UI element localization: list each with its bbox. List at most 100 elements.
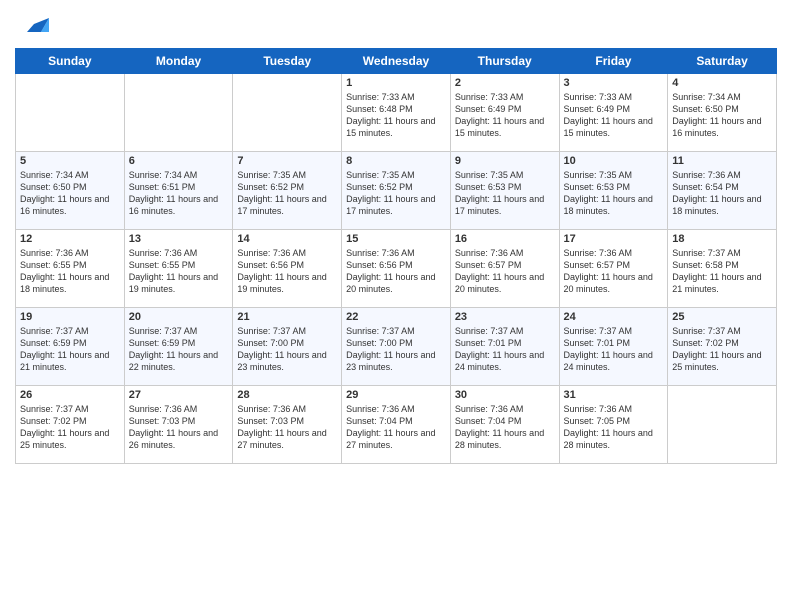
day-info: Sunrise: 7:37 AM Sunset: 7:00 PM Dayligh… — [237, 325, 337, 374]
day-info: Sunrise: 7:35 AM Sunset: 6:53 PM Dayligh… — [564, 169, 664, 218]
week-row-3: 19 Sunrise: 7:37 AM Sunset: 6:59 PM Dayli… — [16, 308, 777, 386]
day-info: Sunrise: 7:35 AM Sunset: 6:52 PM Dayligh… — [237, 169, 337, 218]
day-number: 11 — [672, 155, 772, 167]
day-number: 20 — [129, 311, 229, 323]
calendar-cell: 24 Sunrise: 7:37 AM Sunset: 7:01 PM Dayli… — [559, 308, 668, 386]
week-row-0: 1Sunrise: 7:33 AM Sunset: 6:48 PM Daylig… — [16, 74, 777, 152]
calendar-cell: 29 Sunrise: 7:36 AM Sunset: 7:04 PM Dayli… — [342, 386, 451, 464]
calendar-cell: 31 Sunrise: 7:36 AM Sunset: 7:05 PM Dayli… — [559, 386, 668, 464]
day-info: Sunrise: 7:37 AM Sunset: 6:58 PM Dayligh… — [672, 247, 772, 296]
calendar-cell: 23Sunrise: 7:37 AM Sunset: 7:01 PM Dayli… — [450, 308, 559, 386]
calendar-cell: 27 Sunrise: 7:36 AM Sunset: 7:03 PM Dayli… — [124, 386, 233, 464]
calendar-cell: 10Sunrise: 7:35 AM Sunset: 6:53 PM Dayli… — [559, 152, 668, 230]
day-number: 9 — [455, 155, 555, 167]
day-info: Sunrise: 7:34 AM Sunset: 6:50 PM Dayligh… — [20, 169, 120, 218]
day-info: Sunrise: 7:36 AM Sunset: 7:04 PM Dayligh… — [346, 403, 446, 452]
weekday-header-sunday: Sunday — [16, 49, 125, 74]
day-number: 6 — [129, 155, 229, 167]
logo — [15, 10, 49, 40]
day-info: Sunrise: 7:36 AM Sunset: 6:57 PM Dayligh… — [564, 247, 664, 296]
day-number: 5 — [20, 155, 120, 167]
calendar-cell: 19 Sunrise: 7:37 AM Sunset: 6:59 PM Dayli… — [16, 308, 125, 386]
calendar-cell: 15 Sunrise: 7:36 AM Sunset: 6:56 PM Dayli… — [342, 230, 451, 308]
day-number: 2 — [455, 77, 555, 89]
day-info: Sunrise: 7:33 AM Sunset: 6:48 PM Dayligh… — [346, 91, 446, 140]
calendar-cell: 20 Sunrise: 7:37 AM Sunset: 6:59 PM Dayli… — [124, 308, 233, 386]
day-number: 18 — [672, 233, 772, 245]
calendar-cell: 18 Sunrise: 7:37 AM Sunset: 6:58 PM Dayli… — [668, 230, 777, 308]
calendar-cell: 6 Sunrise: 7:34 AM Sunset: 6:51 PM Daylig… — [124, 152, 233, 230]
page: SundayMondayTuesdayWednesdayThursdayFrid… — [0, 0, 792, 612]
calendar-cell: 7 Sunrise: 7:35 AM Sunset: 6:52 PM Daylig… — [233, 152, 342, 230]
weekday-header-saturday: Saturday — [668, 49, 777, 74]
calendar-cell: 2 Sunrise: 7:33 AM Sunset: 6:49 PM Daylig… — [450, 74, 559, 152]
day-number: 14 — [237, 233, 337, 245]
calendar-cell — [16, 74, 125, 152]
day-number: 21 — [237, 311, 337, 323]
day-info: Sunrise: 7:33 AM Sunset: 6:49 PM Dayligh… — [564, 91, 664, 140]
day-number: 12 — [20, 233, 120, 245]
day-number: 30 — [455, 389, 555, 401]
day-info: Sunrise: 7:37 AM Sunset: 6:59 PM Dayligh… — [129, 325, 229, 374]
week-row-1: 5 Sunrise: 7:34 AM Sunset: 6:50 PM Daylig… — [16, 152, 777, 230]
day-info: Sunrise: 7:36 AM Sunset: 6:55 PM Dayligh… — [20, 247, 120, 296]
day-number: 22 — [346, 311, 446, 323]
calendar-cell: 25 Sunrise: 7:37 AM Sunset: 7:02 PM Dayli… — [668, 308, 777, 386]
day-info: Sunrise: 7:35 AM Sunset: 6:53 PM Dayligh… — [455, 169, 555, 218]
week-row-2: 12 Sunrise: 7:36 AM Sunset: 6:55 PM Dayli… — [16, 230, 777, 308]
day-info: Sunrise: 7:37 AM Sunset: 7:02 PM Dayligh… — [672, 325, 772, 374]
day-info: Sunrise: 7:34 AM Sunset: 6:50 PM Dayligh… — [672, 91, 772, 140]
day-number: 8 — [346, 155, 446, 167]
day-info: Sunrise: 7:37 AM Sunset: 7:02 PM Dayligh… — [20, 403, 120, 452]
day-number: 15 — [346, 233, 446, 245]
day-number: 24 — [564, 311, 664, 323]
weekday-header-row: SundayMondayTuesdayWednesdayThursdayFrid… — [16, 49, 777, 74]
day-number: 31 — [564, 389, 664, 401]
calendar-cell: 21 Sunrise: 7:37 AM Sunset: 7:00 PM Dayli… — [233, 308, 342, 386]
calendar-cell: 12 Sunrise: 7:36 AM Sunset: 6:55 PM Dayli… — [16, 230, 125, 308]
calendar-cell: 9 Sunrise: 7:35 AM Sunset: 6:53 PM Daylig… — [450, 152, 559, 230]
day-number: 16 — [455, 233, 555, 245]
day-info: Sunrise: 7:37 AM Sunset: 6:59 PM Dayligh… — [20, 325, 120, 374]
day-info: Sunrise: 7:33 AM Sunset: 6:49 PM Dayligh… — [455, 91, 555, 140]
weekday-header-thursday: Thursday — [450, 49, 559, 74]
calendar-cell: 28 Sunrise: 7:36 AM Sunset: 7:03 PM Dayli… — [233, 386, 342, 464]
calendar-cell: 16 Sunrise: 7:36 AM Sunset: 6:57 PM Dayli… — [450, 230, 559, 308]
calendar-cell: 11 Sunrise: 7:36 AM Sunset: 6:54 PM Dayli… — [668, 152, 777, 230]
day-number: 4 — [672, 77, 772, 89]
weekday-header-friday: Friday — [559, 49, 668, 74]
calendar-cell: 3 Sunrise: 7:33 AM Sunset: 6:49 PM Daylig… — [559, 74, 668, 152]
day-info: Sunrise: 7:36 AM Sunset: 7:03 PM Dayligh… — [129, 403, 229, 452]
calendar-cell: 4 Sunrise: 7:34 AM Sunset: 6:50 PM Daylig… — [668, 74, 777, 152]
day-number: 29 — [346, 389, 446, 401]
day-info: Sunrise: 7:34 AM Sunset: 6:51 PM Dayligh… — [129, 169, 229, 218]
day-info: Sunrise: 7:37 AM Sunset: 7:01 PM Dayligh… — [564, 325, 664, 374]
day-number: 25 — [672, 311, 772, 323]
calendar-cell: 17Sunrise: 7:36 AM Sunset: 6:57 PM Dayli… — [559, 230, 668, 308]
day-number: 28 — [237, 389, 337, 401]
header — [15, 10, 777, 40]
calendar-cell: 14 Sunrise: 7:36 AM Sunset: 6:56 PM Dayli… — [233, 230, 342, 308]
day-number: 7 — [237, 155, 337, 167]
day-number: 23 — [455, 311, 555, 323]
day-info: Sunrise: 7:36 AM Sunset: 7:04 PM Dayligh… — [455, 403, 555, 452]
day-info: Sunrise: 7:35 AM Sunset: 6:52 PM Dayligh… — [346, 169, 446, 218]
calendar-cell: 1Sunrise: 7:33 AM Sunset: 6:48 PM Daylig… — [342, 74, 451, 152]
calendar-cell — [668, 386, 777, 464]
day-number: 27 — [129, 389, 229, 401]
day-number: 26 — [20, 389, 120, 401]
logo-icon — [19, 10, 49, 40]
day-number: 19 — [20, 311, 120, 323]
calendar-cell: 22Sunrise: 7:37 AM Sunset: 7:00 PM Dayli… — [342, 308, 451, 386]
weekday-header-tuesday: Tuesday — [233, 49, 342, 74]
day-info: Sunrise: 7:36 AM Sunset: 7:03 PM Dayligh… — [237, 403, 337, 452]
day-number: 3 — [564, 77, 664, 89]
day-info: Sunrise: 7:36 AM Sunset: 6:56 PM Dayligh… — [237, 247, 337, 296]
week-row-4: 26 Sunrise: 7:37 AM Sunset: 7:02 PM Dayli… — [16, 386, 777, 464]
day-info: Sunrise: 7:36 AM Sunset: 7:05 PM Dayligh… — [564, 403, 664, 452]
day-info: Sunrise: 7:36 AM Sunset: 6:55 PM Dayligh… — [129, 247, 229, 296]
day-info: Sunrise: 7:36 AM Sunset: 6:54 PM Dayligh… — [672, 169, 772, 218]
day-info: Sunrise: 7:36 AM Sunset: 6:56 PM Dayligh… — [346, 247, 446, 296]
calendar-table: SundayMondayTuesdayWednesdayThursdayFrid… — [15, 48, 777, 464]
day-info: Sunrise: 7:36 AM Sunset: 6:57 PM Dayligh… — [455, 247, 555, 296]
